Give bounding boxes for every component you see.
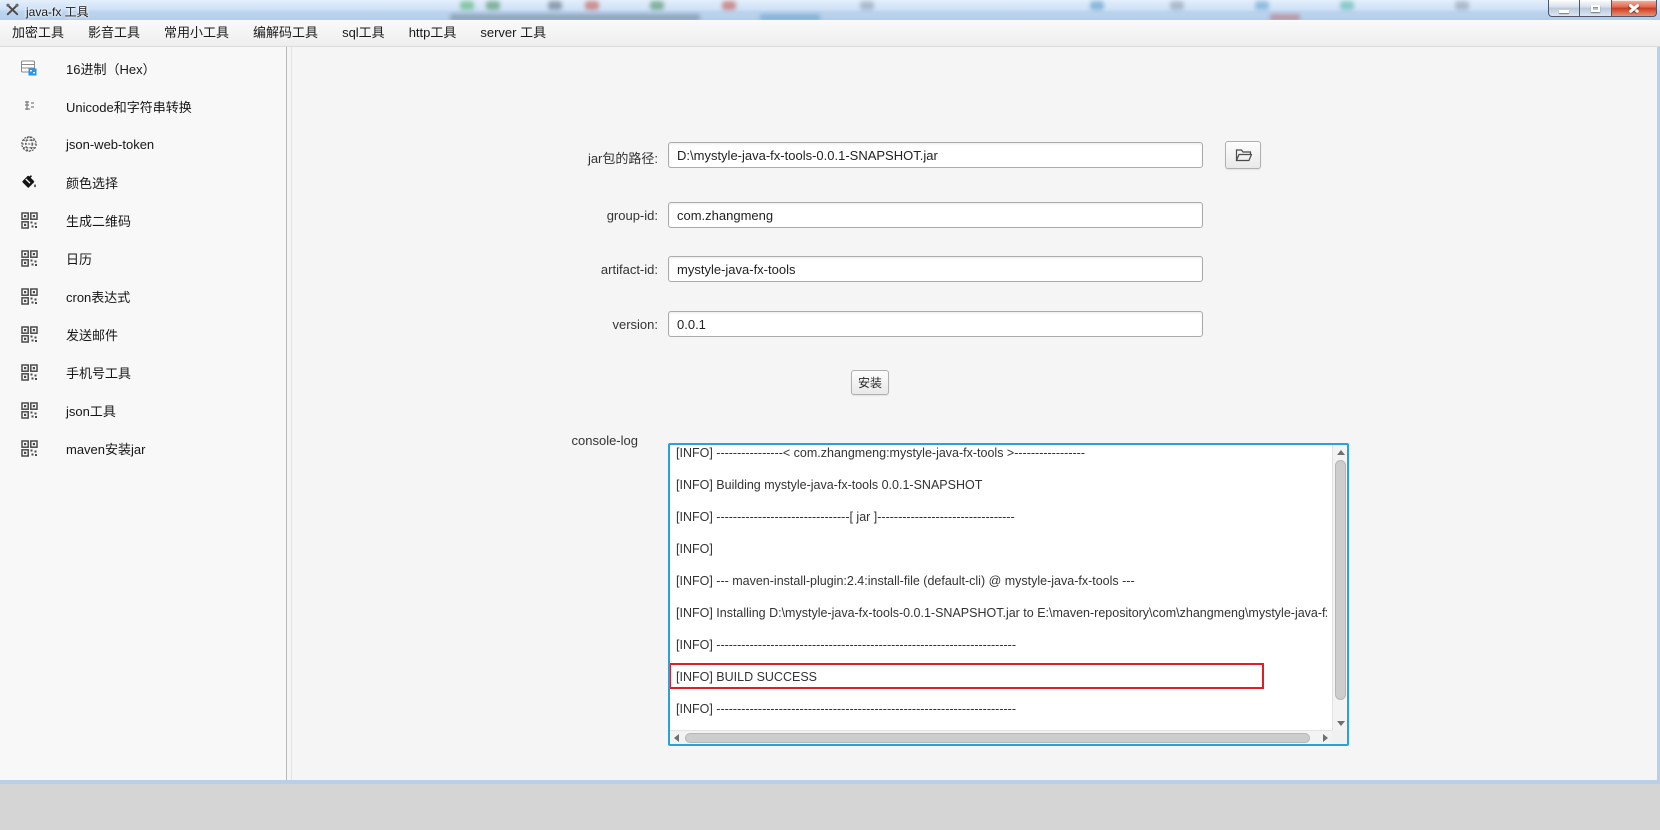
sidebar-item-hex[interactable]: 16进制（Hex） xyxy=(0,49,286,87)
console-log-line: [INFO] ---------------------------------… xyxy=(676,693,1327,725)
unicode-glyph-icon xyxy=(19,96,39,116)
scroll-left-arrow-icon[interactable] xyxy=(674,734,679,742)
vertical-scrollbar[interactable] xyxy=(1332,445,1347,730)
close-icon xyxy=(1628,3,1640,13)
window-title: java-fx 工具 xyxy=(26,3,89,20)
version-input[interactable] xyxy=(668,311,1203,337)
qrcode-icon xyxy=(19,438,39,458)
scroll-right-arrow-icon[interactable] xyxy=(1323,734,1328,742)
scroll-up-arrow-icon[interactable] xyxy=(1337,450,1345,455)
jar-path-input[interactable] xyxy=(668,142,1203,168)
sidebar-item-unicode-convert[interactable]: Unicode和字符串转换 xyxy=(0,87,286,125)
desktop-background xyxy=(0,784,1660,830)
menu-item-media-tools[interactable]: 影音工具 xyxy=(76,20,152,46)
sidebar-item-label: cron表达式 xyxy=(66,287,130,306)
menu-item-codec-tools[interactable]: 编解码工具 xyxy=(241,20,330,46)
sidebar-item-label: json-web-token xyxy=(66,137,154,152)
install-button[interactable]: 安装 xyxy=(851,370,889,395)
console-log-line: [INFO] Installing D:\mystyle-java-fx-too… xyxy=(676,597,1327,629)
sidebar-item-qrcode-generate[interactable]: 生成二维码 xyxy=(0,201,286,239)
close-button[interactable] xyxy=(1611,0,1657,17)
globe-icon xyxy=(19,134,39,154)
glass-reflection-artifact xyxy=(1455,1,1469,10)
paint-bucket-icon xyxy=(19,172,39,192)
sidebar-item-cron-expression[interactable]: cron表达式 xyxy=(0,277,286,315)
console-log-line-build-success: [INFO] BUILD SUCCESS xyxy=(676,661,1327,693)
jar-path-label: jar包的路径: xyxy=(423,148,658,167)
sidebar-item-label: 颜色选择 xyxy=(66,173,118,192)
console-log-area[interactable]: [INFO] ----------------< com.zhangmeng:m… xyxy=(668,443,1349,746)
window-controls xyxy=(1548,0,1657,17)
menu-item-http-tools[interactable]: http工具 xyxy=(397,20,469,46)
sidebar-item-label: 日历 xyxy=(66,249,92,268)
group-id-input[interactable] xyxy=(668,202,1203,228)
qrcode-icon xyxy=(19,324,39,344)
sidebar: 16进制（Hex） Unicode和字符串转换 xyxy=(0,47,287,780)
menu-item-server-tools[interactable]: server 工具 xyxy=(468,20,558,46)
app-logo-icon xyxy=(5,2,20,17)
console-log-line: [INFO] ---------------------------------… xyxy=(676,629,1327,661)
glass-reflection-artifact xyxy=(548,1,562,10)
qrcode-icon xyxy=(19,362,39,382)
vertical-scrollbar-thumb[interactable] xyxy=(1335,460,1346,700)
console-log-line: [INFO] --------------------------------[… xyxy=(676,501,1327,533)
glass-reflection-artifact xyxy=(860,1,874,10)
sidebar-item-label: 16进制（Hex） xyxy=(66,59,156,78)
console-log-line: [INFO] --- maven-install-plugin:2.4:inst… xyxy=(676,565,1327,597)
qrcode-icon xyxy=(19,210,39,230)
glass-reflection-artifact xyxy=(1090,1,1104,10)
menubar: 加密工具 影音工具 常用小工具 编解码工具 sql工具 http工具 serve… xyxy=(0,20,1660,47)
qrcode-icon xyxy=(19,286,39,306)
folder-icon xyxy=(1235,148,1252,162)
glass-reflection-artifact xyxy=(585,1,599,10)
app-window: java-fx 工具 加密工具 影音工具 常用小工具 编解码工具 sql工具 h… xyxy=(0,0,1660,784)
sidebar-item-send-email[interactable]: 发送邮件 xyxy=(0,315,286,353)
sidebar-item-label: 发送邮件 xyxy=(66,325,118,344)
glass-reflection-artifact xyxy=(486,1,500,10)
qrcode-icon xyxy=(19,248,39,268)
console-log-line: [INFO] xyxy=(676,533,1327,565)
horizontal-scrollbar-thumb[interactable] xyxy=(685,733,1310,743)
menu-item-sql-tools[interactable]: sql工具 xyxy=(330,20,397,46)
minimize-icon xyxy=(1559,10,1569,13)
scrollbar-corner xyxy=(1332,730,1347,744)
sidebar-item-maven-install-jar[interactable]: maven安装jar xyxy=(0,429,286,467)
sidebar-item-label: maven安装jar xyxy=(66,439,145,458)
artifact-id-label: artifact-id: xyxy=(423,262,658,277)
console-log-lines: [INFO] ----------------< com.zhangmeng:m… xyxy=(676,443,1327,725)
horizontal-scrollbar[interactable] xyxy=(670,730,1332,744)
console-log-label: console-log xyxy=(423,433,638,448)
browse-button[interactable] xyxy=(1225,141,1261,169)
qrcode-icon xyxy=(19,400,39,420)
artifact-id-input[interactable] xyxy=(668,256,1203,282)
sidebar-item-label: Unicode和字符串转换 xyxy=(66,97,192,116)
sidebar-item-label: 生成二维码 xyxy=(66,211,131,230)
sidebar-item-label: json工具 xyxy=(66,401,116,420)
glass-reflection-artifact xyxy=(722,1,736,10)
maximize-button[interactable] xyxy=(1580,0,1611,17)
console-log-line: [INFO] Building mystyle-java-fx-tools 0.… xyxy=(676,469,1327,501)
menu-item-encrypt-tools[interactable]: 加密工具 xyxy=(0,20,76,46)
version-label: version: xyxy=(423,317,658,332)
maximize-icon xyxy=(1591,5,1600,12)
sidebar-item-calendar[interactable]: 日历 xyxy=(0,239,286,277)
glass-reflection-artifact xyxy=(1255,1,1269,10)
console-log-line: [INFO] ----------------< com.zhangmeng:m… xyxy=(676,443,1327,469)
sidebar-item-color-picker[interactable]: 颜色选择 xyxy=(0,163,286,201)
glass-reflection-artifact xyxy=(1170,1,1184,10)
sidebar-item-label: 手机号工具 xyxy=(66,363,131,382)
sidebar-item-json-web-token[interactable]: json-web-token xyxy=(0,125,286,163)
menu-item-common-tools[interactable]: 常用小工具 xyxy=(152,20,241,46)
minimize-button[interactable] xyxy=(1548,0,1580,17)
glass-reflection-artifact xyxy=(650,1,664,10)
group-id-label: group-id: xyxy=(423,208,658,223)
glass-reflection-artifact xyxy=(460,1,474,10)
sidebar-item-phone-tools[interactable]: 手机号工具 xyxy=(0,353,286,391)
glass-reflection-artifact xyxy=(1340,1,1354,10)
scroll-down-arrow-icon[interactable] xyxy=(1337,721,1345,726)
hex-database-icon xyxy=(19,58,39,78)
titlebar: java-fx 工具 xyxy=(0,0,1660,20)
sidebar-item-json-tools[interactable]: json工具 xyxy=(0,391,286,429)
